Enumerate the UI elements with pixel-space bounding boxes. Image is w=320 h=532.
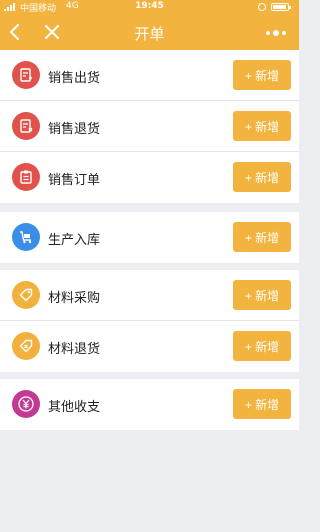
page-title: 开单 bbox=[134, 25, 165, 43]
item-label: 销售出货 bbox=[48, 71, 101, 86]
list-item[interactable]: 其他收支 + 新增 bbox=[0, 379, 299, 430]
list-item[interactable]: 材料退货 + 新增 bbox=[0, 321, 299, 372]
item-label: 销售退货 bbox=[48, 122, 101, 137]
group-materials: 材料采购 + 新增 材料退货 + 新增 bbox=[0, 270, 299, 372]
list-item[interactable]: 销售退货 + 新增 bbox=[0, 101, 299, 152]
rotation-lock-icon bbox=[258, 3, 266, 11]
item-label: 材料退货 bbox=[48, 342, 101, 357]
status-time: 19:45 bbox=[135, 1, 164, 11]
invoice-out-icon bbox=[12, 61, 40, 89]
add-material-return-button[interactable]: + 新增 bbox=[233, 331, 291, 361]
item-label: 其他收支 bbox=[48, 400, 101, 415]
group-other: 其他收支 + 新增 bbox=[0, 379, 299, 430]
item-label: 销售订单 bbox=[48, 173, 101, 188]
add-sales-out-button[interactable]: + 新增 bbox=[233, 60, 291, 90]
list-item[interactable]: 生产入库 + 新增 bbox=[0, 212, 299, 263]
yuan-icon bbox=[12, 390, 40, 418]
tag-icon bbox=[12, 281, 40, 309]
add-other-income-button[interactable]: + 新增 bbox=[233, 389, 291, 419]
invoice-return-icon bbox=[12, 112, 40, 140]
item-label: 材料采购 bbox=[48, 291, 101, 306]
item-label: 生产入库 bbox=[48, 233, 101, 248]
more-dots-icon[interactable] bbox=[266, 30, 286, 36]
add-sales-return-button[interactable]: + 新增 bbox=[233, 111, 291, 141]
add-production-button[interactable]: + 新增 bbox=[233, 222, 291, 252]
list-item[interactable]: 销售订单 + 新增 bbox=[0, 152, 299, 203]
header: 中国移动 4G 19:45 开单 bbox=[0, 0, 299, 50]
battery-icon bbox=[271, 3, 291, 11]
add-material-purchase-button[interactable]: + 新增 bbox=[233, 280, 291, 310]
clipboard-icon bbox=[12, 163, 40, 191]
nav-bar: 开单 bbox=[0, 14, 299, 50]
group-sales: 销售出货 + 新增 销售退货 + 新增 销售订单 + 新增 bbox=[0, 50, 299, 203]
list-item[interactable]: 销售出货 + 新增 bbox=[0, 50, 299, 101]
add-sales-order-button[interactable]: + 新增 bbox=[233, 162, 291, 192]
list-item[interactable]: 材料采购 + 新增 bbox=[0, 270, 299, 321]
group-production: 生产入库 + 新增 bbox=[0, 212, 299, 263]
status-bar: 中国移动 4G 19:45 bbox=[0, 0, 299, 14]
cart-icon bbox=[12, 223, 40, 251]
tag-return-icon bbox=[12, 332, 40, 360]
